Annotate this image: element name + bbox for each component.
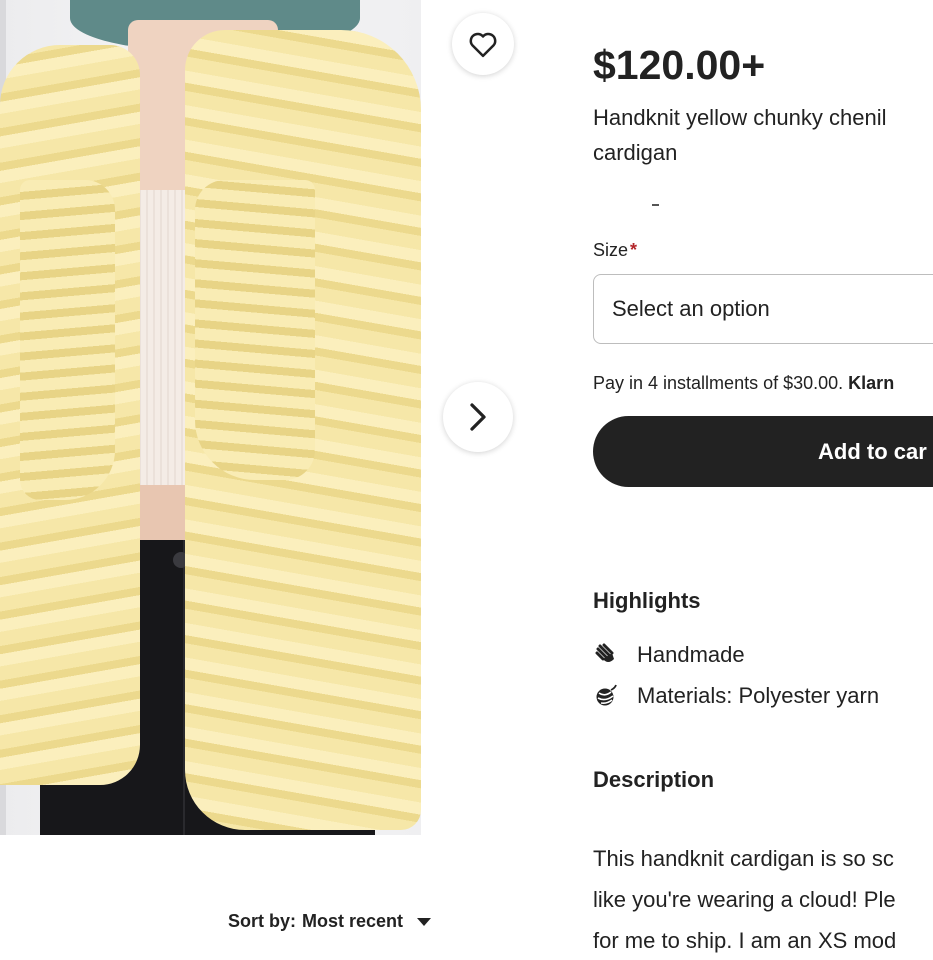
- highlight-text: Materials: Polyester yarn: [637, 683, 880, 708]
- highlight-item-materials: Materials: Polyester yarn: [593, 683, 879, 709]
- size-select[interactable]: Select an option: [593, 274, 933, 344]
- size-label-text: Size: [593, 240, 629, 260]
- description-body: This handknit cardigan is so sc like you…: [593, 838, 933, 960]
- next-image-button[interactable]: [443, 382, 513, 452]
- favorite-button[interactable]: [452, 13, 514, 75]
- required-marker: *: [630, 240, 638, 260]
- sort-value: Most recent: [302, 911, 404, 931]
- highlights-heading: Highlights: [593, 588, 701, 613]
- product-title-line-2: cardigan: [593, 140, 678, 165]
- add-to-cart-button[interactable]: Add to car: [593, 416, 933, 487]
- klarna-installments: Pay in 4 installments of $30.00. Klarn: [593, 373, 894, 394]
- description-line: This handknit cardigan is so sc: [593, 846, 894, 871]
- yarn-ball-icon: [593, 683, 619, 709]
- divider-mark: [652, 204, 659, 206]
- description-line: for me to ship. I am an XS mod: [593, 928, 897, 953]
- klarna-link[interactable]: Klarn: [848, 373, 894, 393]
- product-photo[interactable]: [0, 0, 421, 835]
- description-line: like you're wearing a cloud! Ple: [593, 887, 896, 912]
- sort-dropdown[interactable]: Sort by: Most recent: [228, 911, 432, 932]
- add-to-cart-label: Add to car: [818, 438, 927, 464]
- heart-icon: [469, 32, 497, 58]
- highlight-text: Handmade: [637, 642, 745, 667]
- klarna-text: Pay in 4 installments of $30.00.: [593, 373, 844, 393]
- product-price: $120.00+: [593, 42, 766, 88]
- sort-label: Sort by:: [228, 911, 297, 931]
- highlight-item-handmade: Handmade: [593, 642, 745, 668]
- photo-cardigan-lapel-right: [195, 180, 315, 480]
- caret-down-icon: [417, 917, 432, 926]
- chevron-right-icon: [470, 403, 486, 431]
- size-select-placeholder: Select an option: [612, 296, 770, 321]
- product-title-line-1: Handknit yellow chunky chenil: [593, 105, 887, 130]
- product-title: Handknit yellow chunky chenil cardigan: [593, 100, 933, 180]
- size-label: Size *: [593, 240, 637, 261]
- hand-wave-icon: [593, 642, 619, 668]
- description-heading: Description: [593, 767, 715, 792]
- photo-cardigan-lapel-left: [20, 180, 115, 500]
